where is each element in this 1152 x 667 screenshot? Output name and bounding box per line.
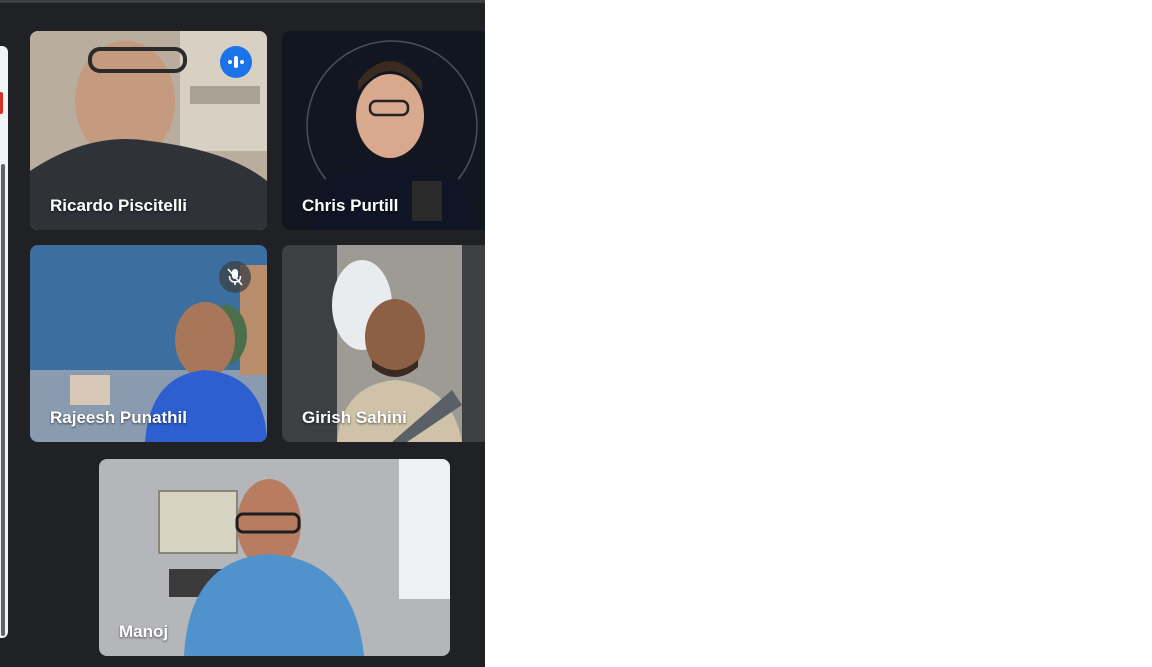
audio-levels-icon	[228, 56, 244, 68]
participant-name: Chris Purtill	[302, 196, 399, 215]
participant-tile-manoj[interactable]: Manoj	[99, 459, 450, 656]
participant-tile-girish[interactable]: Girish Sahini	[282, 245, 485, 442]
side-panel[interactable]	[0, 46, 8, 638]
participant-name: Manoj	[119, 622, 169, 641]
participant-name: Girish Sahini	[302, 408, 407, 427]
window-top-edge	[0, 0, 485, 3]
participant-name: Ricardo Piscitelli	[50, 196, 187, 215]
participant-tile-ricardo[interactable]: Ricardo Piscitelli	[30, 31, 267, 230]
mic-off-icon	[227, 268, 243, 286]
side-panel-scrollbar[interactable]	[1, 164, 5, 636]
participant-tile-chris[interactable]: Chris Purtill	[282, 31, 485, 230]
speaking-badge	[220, 46, 252, 78]
muted-badge	[219, 261, 251, 293]
participant-name: Rajeesh Punathil	[50, 408, 187, 427]
meeting-window: Ricardo Piscitelli Chris Purtill Rajeesh…	[0, 0, 485, 667]
participant-tile-rajeesh[interactable]: Rajeesh Punathil	[30, 245, 267, 442]
side-panel-indicator	[0, 92, 3, 114]
